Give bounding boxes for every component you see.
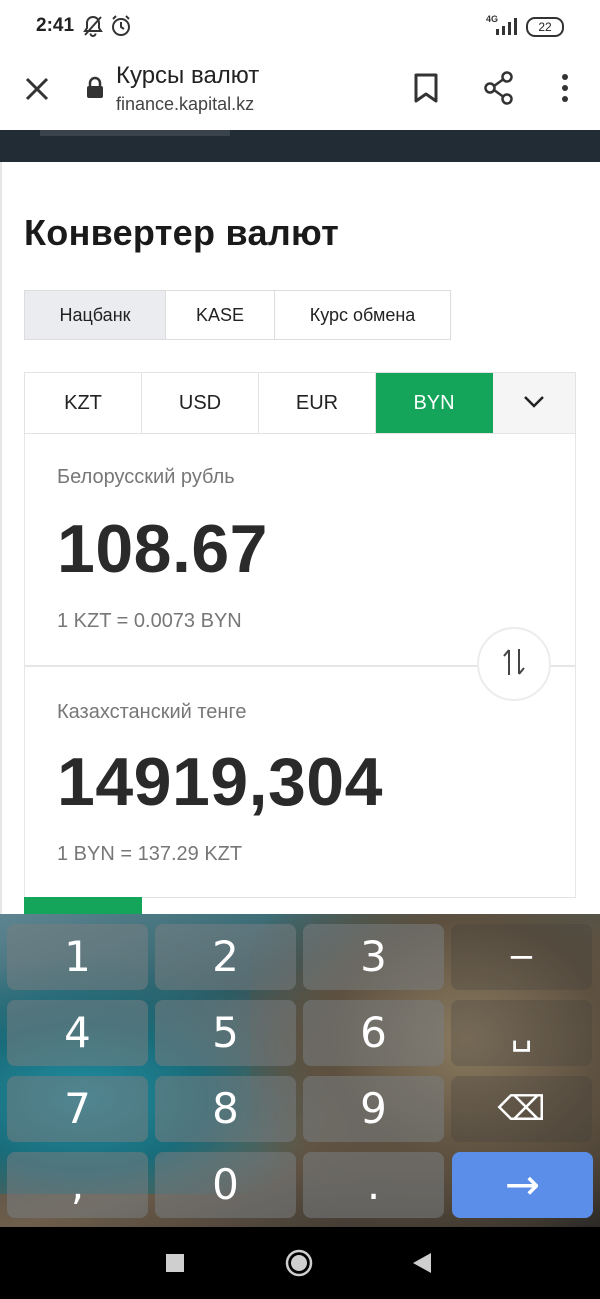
currency-tab-eur[interactable]: EUR (259, 373, 376, 433)
key-comma[interactable]: , (7, 1152, 148, 1218)
swap-icon (501, 646, 527, 683)
key-8[interactable]: 8 (155, 1076, 296, 1142)
status-time: 2:41 (36, 15, 75, 36)
key-period[interactable]: . (303, 1152, 444, 1218)
browser-toolbar: Курсы валют finance.kapital.kz (0, 54, 600, 130)
currency-tab-usd[interactable]: USD (142, 373, 259, 433)
system-nav-bar (0, 1227, 600, 1299)
swap-button[interactable] (477, 627, 551, 701)
currency-tab-peek (24, 897, 142, 915)
converter-panel-from: Белорусский рубль 108.67 1 KZT = 0.0073 … (24, 434, 576, 666)
currency-dropdown[interactable] (493, 373, 575, 433)
recents-icon[interactable] (166, 1254, 184, 1277)
key-9[interactable]: 9 (303, 1076, 444, 1142)
back-icon[interactable] (413, 1253, 431, 1278)
alarm-icon (110, 14, 132, 43)
key-space[interactable]: ␣ (451, 1000, 592, 1066)
amount-input[interactable]: 108.67 (57, 510, 268, 588)
page-url: finance.kapital.kz (116, 94, 255, 114)
chevron-down-icon (522, 393, 546, 414)
signal-icon (494, 17, 520, 40)
mute-notifications-icon (82, 14, 104, 43)
key-minus[interactable]: − (451, 924, 592, 990)
enter-key[interactable]: → (452, 1152, 593, 1218)
share-icon[interactable] (483, 71, 515, 110)
bookmark-icon[interactable] (412, 72, 440, 109)
numeric-keyboard: 1 2 3 − 4 5 6 ␣ 7 8 9 ⌫ , 0 . → (0, 914, 600, 1227)
currency-tab-kzt[interactable]: KZT (25, 373, 142, 433)
battery-icon: 22 (526, 17, 564, 37)
currency-tabs: KZT USD EUR BYN (24, 372, 576, 434)
source-tabs: Нацбанк KASE Курс обмена (24, 290, 451, 340)
more-icon[interactable] (559, 72, 571, 109)
site-header (0, 130, 600, 162)
tab-nacbank[interactable]: Нацбанк (25, 291, 166, 339)
key-6[interactable]: 6 (303, 1000, 444, 1066)
amount-input[interactable]: 14919,304 (57, 743, 383, 821)
page-heading: Конвертер валют (24, 212, 340, 253)
key-2[interactable]: 2 (155, 924, 296, 990)
rate-text: 1 KZT = 0.0073 BYN (57, 610, 242, 632)
close-icon[interactable] (22, 74, 52, 109)
backspace-key[interactable]: ⌫ (451, 1076, 592, 1142)
status-bar: 2:41 4G 22 (0, 0, 600, 54)
currency-name: Казахстанский тенге (57, 701, 247, 723)
currency-name: Белорусский рубль (57, 466, 235, 488)
key-3[interactable]: 3 (303, 924, 444, 990)
key-1[interactable]: 1 (7, 924, 148, 990)
key-4[interactable]: 4 (7, 1000, 148, 1066)
currency-tab-byn[interactable]: BYN (376, 373, 493, 433)
lock-icon (85, 76, 105, 105)
key-7[interactable]: 7 (7, 1076, 148, 1142)
tab-kase[interactable]: KASE (166, 291, 275, 339)
converter-panel-to: Казахстанский тенге 14919,304 1 BYN = 13… (24, 665, 576, 899)
key-5[interactable]: 5 (155, 1000, 296, 1066)
rate-text: 1 BYN = 137.29 KZT (57, 843, 243, 865)
home-icon[interactable] (285, 1249, 313, 1282)
key-0[interactable]: 0 (155, 1152, 296, 1218)
tab-exchange-rate[interactable]: Курс обмена (275, 291, 450, 339)
page-title: Курсы валют (116, 62, 260, 89)
